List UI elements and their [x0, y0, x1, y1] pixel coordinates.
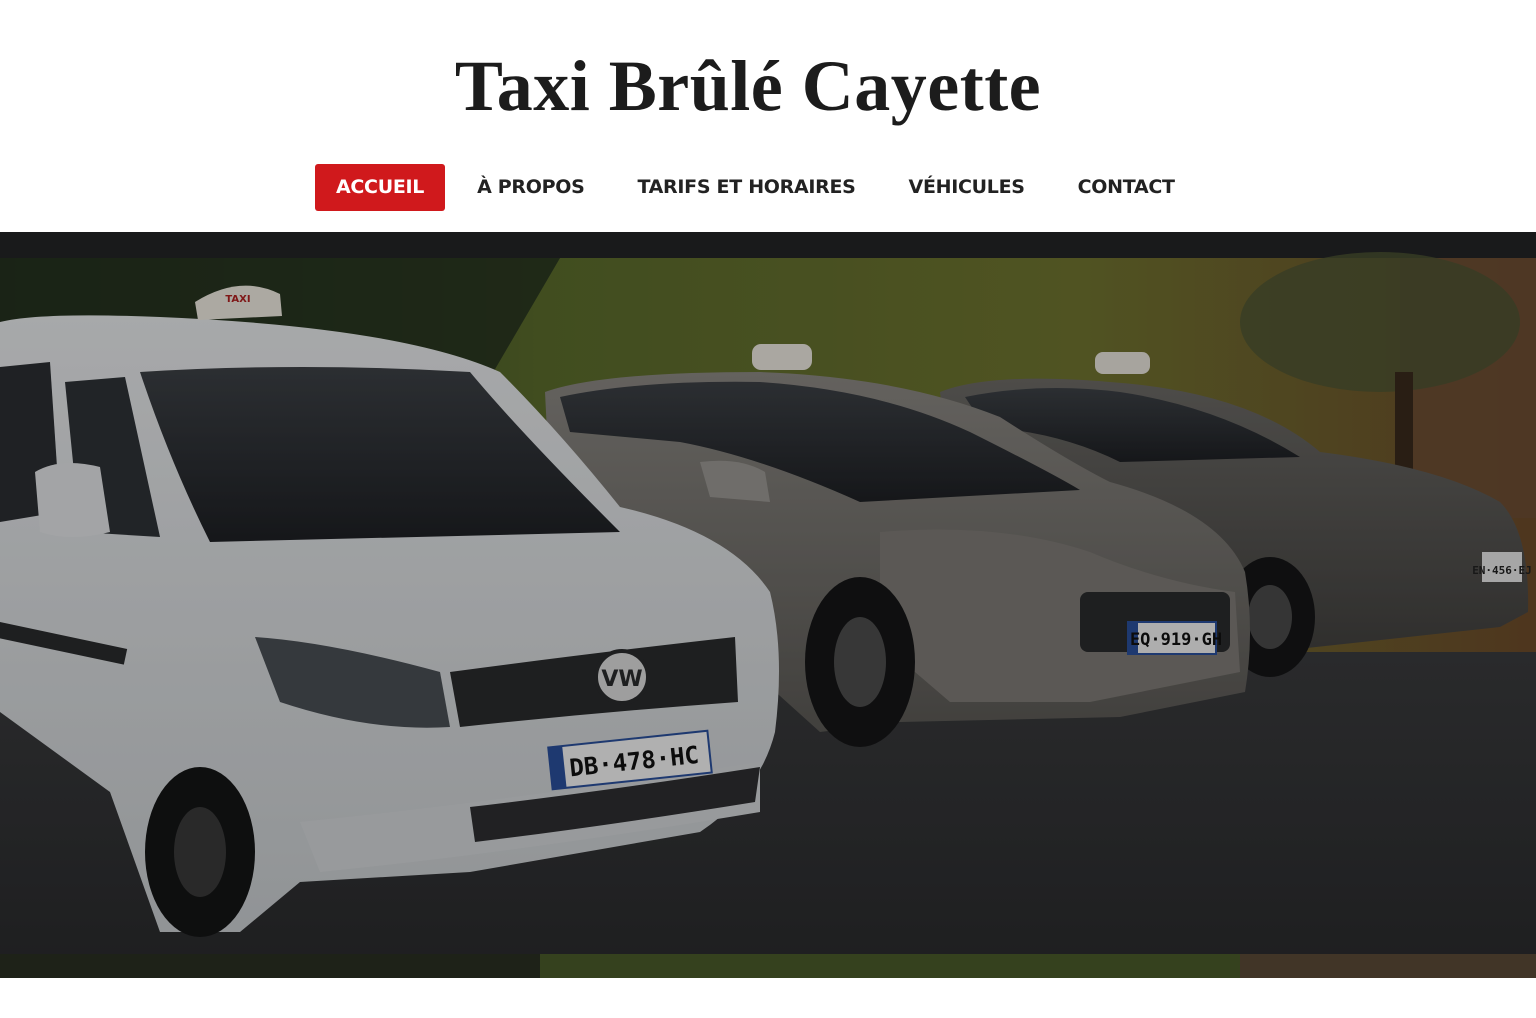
- nav-item-vehicules[interactable]: VÉHICULES: [888, 164, 1046, 211]
- taxi-sign-text: TAXI: [225, 294, 250, 305]
- site-header: Taxi Brûlé Cayette ACCUEIL À PROPOS TARI…: [0, 0, 1536, 232]
- nav-item-a-propos[interactable]: À PROPOS: [456, 164, 605, 211]
- nav-item-tarifs-et-horaires[interactable]: TARIFS ET HORAIRES: [616, 164, 876, 211]
- nav-item-contact[interactable]: CONTACT: [1057, 164, 1196, 211]
- main-nav: ACCUEIL À PROPOS TARIFS ET HORAIRES VÉHI…: [315, 164, 1207, 211]
- vw-logo-icon: VW: [601, 667, 642, 692]
- middle-car-plate: EQ·919·GH: [1127, 621, 1222, 655]
- rear-car-plate-text: EN·456·EJ: [1472, 564, 1532, 577]
- hero-image: EQ·919·GH VW DB·478·HC TAXI EN·456·EJ: [0, 232, 1536, 978]
- nav-item-accueil[interactable]: ACCUEIL: [315, 164, 446, 211]
- site-title[interactable]: Taxi Brûlé Cayette: [0, 38, 1496, 134]
- middle-car-plate-text: EQ·919·GH: [1130, 630, 1222, 650]
- hero-banner: EQ·919·GH VW DB·478·HC TAXI EN·456·EJ: [0, 232, 1536, 978]
- rear-car-plate: EN·456·EJ: [1472, 564, 1532, 577]
